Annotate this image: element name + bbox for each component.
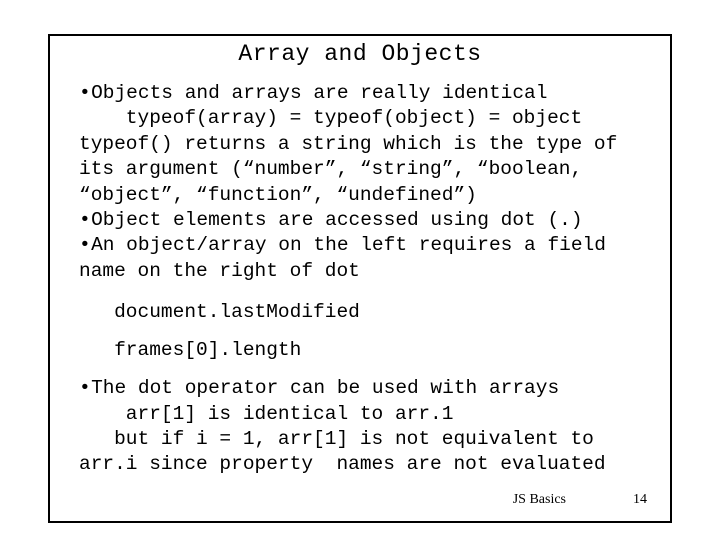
- bullet-list-item: •An object/array on the left requires a …: [79, 233, 669, 258]
- body-line: name on the right of dot: [79, 259, 360, 282]
- body-line: typeof() returns a string which is the t…: [79, 132, 618, 155]
- example-group: document.lastModified frames[0].length: [79, 293, 669, 369]
- bullet-dot-icon: •: [79, 209, 91, 232]
- bullet-dot-icon: •: [79, 82, 91, 104]
- bullet-text: An object/array on the left requires a f…: [91, 234, 606, 257]
- bullet-list-item: •Object elements are accessed using dot …: [79, 208, 669, 233]
- code-line: but if i = 1, arr[1] is not equivalent t…: [79, 428, 594, 451]
- bullet-list-item: •The dot operator can be used with array…: [79, 376, 669, 401]
- code-line: typeof(array) = typeof(object) = object: [79, 107, 583, 130]
- bullet-text: Object elements are accessed using dot (…: [91, 209, 583, 232]
- bullet-list-item: •Objects and arrays are really identical: [79, 81, 669, 106]
- body-line: its argument (“number”, “string”, “boole…: [79, 158, 583, 181]
- footer-label: JS Basics: [512, 492, 566, 507]
- slide-frame: Array and Objects •Objects and arrays ar…: [48, 34, 672, 523]
- bullet-text: The dot operator can be used with arrays: [91, 377, 560, 400]
- footer-page-number: 14: [633, 492, 647, 507]
- slide-title: Array and Objects: [238, 41, 482, 67]
- code-line: arr[1] is identical to arr.1: [79, 402, 454, 425]
- body-line: arr.i since property names are not evalu…: [79, 453, 606, 476]
- slide-footer: JS Basics 14: [50, 489, 670, 509]
- slide-body: •Objects and arrays are really identical…: [79, 81, 669, 478]
- body-line: “object”, “function”, “undefined”): [79, 183, 477, 206]
- bullet-text: Objects and arrays are really identical: [91, 82, 548, 104]
- example-line-frames-length: frames[0].length: [79, 339, 302, 362]
- example-line-document-lastmodified: document.lastModified: [79, 301, 360, 324]
- bullet-dot-icon: •: [79, 234, 91, 257]
- bullet-dot-icon: •: [79, 377, 91, 400]
